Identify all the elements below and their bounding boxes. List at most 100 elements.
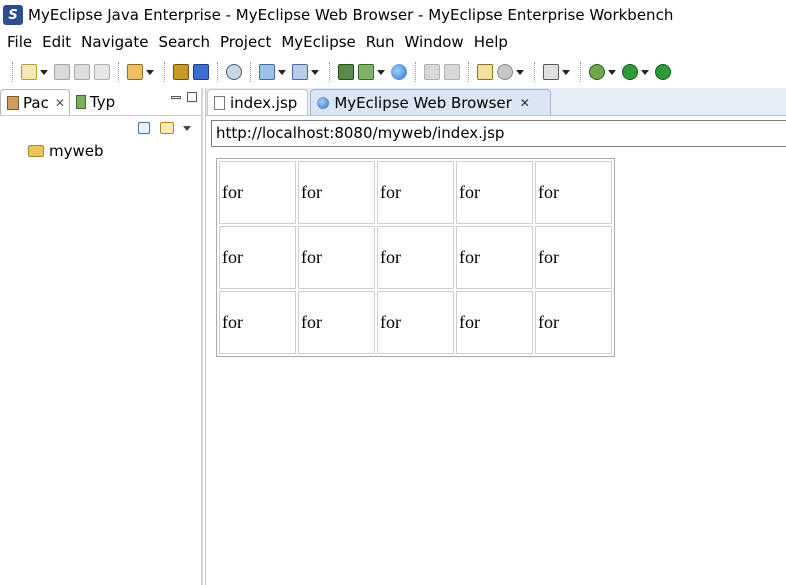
maximize-icon[interactable] bbox=[187, 92, 197, 102]
menu-file[interactable]: File bbox=[2, 30, 37, 54]
close-icon[interactable]: ✕ bbox=[520, 96, 530, 110]
tree-item-label: myweb bbox=[49, 142, 104, 160]
type-hierarchy-icon bbox=[75, 95, 86, 109]
toolbar-separator bbox=[164, 62, 165, 82]
table-row: for for for for for bbox=[219, 161, 612, 224]
table-cell: for bbox=[219, 226, 296, 289]
debug-icon[interactable] bbox=[589, 64, 605, 80]
toolbar-separator bbox=[12, 62, 13, 82]
new-wizard-icon[interactable] bbox=[127, 64, 143, 80]
toolbar-separator bbox=[534, 62, 535, 82]
table-cell: for bbox=[535, 161, 612, 224]
toolbar-separator bbox=[415, 62, 416, 82]
image-editor-dropdown-arrow-icon[interactable] bbox=[562, 69, 570, 75]
toolbar-separator bbox=[329, 62, 330, 82]
myeclipse-logo-icon: S bbox=[3, 5, 23, 25]
link-with-editor-icon[interactable] bbox=[160, 122, 174, 134]
globe-icon bbox=[317, 96, 330, 109]
window-title: MyEclipse Java Enterprise - MyEclipse We… bbox=[28, 6, 674, 24]
web-project-folder-icon bbox=[28, 145, 44, 157]
collapse-all-icon[interactable] bbox=[138, 122, 150, 134]
open-type-icon[interactable] bbox=[173, 64, 189, 80]
main-toolbar bbox=[0, 56, 786, 88]
run-icon[interactable] bbox=[622, 64, 638, 80]
table-cell: for bbox=[456, 161, 533, 224]
deploy-dropdown-arrow-icon[interactable] bbox=[278, 69, 286, 75]
table-cell: for bbox=[219, 161, 296, 224]
menu-edit[interactable]: Edit bbox=[37, 30, 76, 54]
open-resource-icon[interactable] bbox=[193, 64, 209, 80]
image-editor-icon[interactable] bbox=[543, 64, 559, 80]
deploy-project-icon[interactable] bbox=[338, 64, 354, 80]
view-controls bbox=[171, 92, 197, 102]
menu-bar: File Edit Navigate Search Project MyEcli… bbox=[0, 30, 786, 54]
toolbar-separator bbox=[250, 62, 251, 82]
table-cell: for bbox=[298, 161, 375, 224]
deploy-icon[interactable] bbox=[259, 64, 275, 80]
external-tools-icon[interactable] bbox=[655, 64, 671, 80]
table-cell: for bbox=[456, 226, 533, 289]
run-server-dropdown-arrow-icon[interactable] bbox=[311, 69, 319, 75]
tab-web-browser[interactable]: MyEclipse Web Browser ✕ bbox=[310, 89, 551, 115]
table-row: for for for for for bbox=[219, 226, 612, 289]
view-menu-icon[interactable] bbox=[183, 125, 191, 131]
table-cell: for bbox=[219, 291, 296, 354]
manage-deployments-dropdown-arrow-icon[interactable] bbox=[377, 69, 385, 75]
close-icon[interactable]: ✕ bbox=[55, 96, 65, 110]
table-cell: for bbox=[377, 226, 454, 289]
toolbar-separator bbox=[118, 62, 119, 82]
save-all-icon[interactable] bbox=[74, 64, 90, 80]
url-input[interactable]: http://localhost:8080/myweb/index.jsp bbox=[211, 120, 786, 147]
toolbar-separator bbox=[580, 62, 581, 82]
tab-label: Typ bbox=[89, 93, 116, 111]
debug-dropdown-arrow-icon[interactable] bbox=[608, 69, 616, 75]
browser-content: for for for for for for for for for for … bbox=[216, 158, 615, 357]
web-browser-icon[interactable] bbox=[391, 64, 407, 80]
run-server-icon[interactable] bbox=[292, 64, 308, 80]
tab-type-hierarchy[interactable]: Typ bbox=[70, 89, 119, 115]
print-icon[interactable] bbox=[94, 64, 110, 80]
run-dropdown-arrow-icon[interactable] bbox=[641, 69, 649, 75]
forward-icon[interactable] bbox=[444, 64, 460, 80]
minimize-icon[interactable] bbox=[171, 96, 181, 99]
tab-index-jsp[interactable]: index.jsp bbox=[207, 89, 309, 115]
menu-window[interactable]: Window bbox=[400, 30, 469, 54]
menu-run[interactable]: Run bbox=[361, 30, 400, 54]
menu-help[interactable]: Help bbox=[469, 30, 513, 54]
left-view-tab-strip: Pac ✕ Typ bbox=[0, 88, 201, 116]
tab-package-explorer[interactable]: Pac ✕ bbox=[0, 89, 70, 115]
menu-navigate[interactable]: Navigate bbox=[76, 30, 153, 54]
tab-label: Pac bbox=[23, 93, 49, 112]
title-bar: S MyEclipse Java Enterprise - MyEclipse … bbox=[0, 0, 786, 30]
table-cell: for bbox=[535, 226, 612, 289]
tree-item-project[interactable]: myweb bbox=[28, 140, 201, 162]
web-services-icon[interactable] bbox=[497, 64, 513, 80]
new-dropdown-arrow-icon[interactable] bbox=[40, 69, 48, 75]
table-cell: for bbox=[377, 161, 454, 224]
web-table: for for for for for for for for for for … bbox=[216, 158, 615, 357]
jsp-file-icon bbox=[214, 95, 225, 110]
editor-area: index.jsp MyEclipse Web Browser ✕ http:/… bbox=[205, 88, 786, 585]
table-cell: for bbox=[298, 226, 375, 289]
toolbar-separator bbox=[217, 62, 218, 82]
new-icon[interactable] bbox=[21, 64, 37, 80]
table-cell: for bbox=[535, 291, 612, 354]
back-icon[interactable] bbox=[424, 64, 440, 80]
new-wizard-dropdown-arrow-icon[interactable] bbox=[146, 69, 154, 75]
editor-tab-strip: index.jsp MyEclipse Web Browser ✕ bbox=[206, 88, 786, 116]
open-perspective-icon[interactable] bbox=[477, 64, 493, 80]
save-icon[interactable] bbox=[54, 64, 70, 80]
web-services-dropdown-arrow-icon[interactable] bbox=[516, 69, 524, 75]
menu-search[interactable]: Search bbox=[153, 30, 215, 54]
table-cell: for bbox=[377, 291, 454, 354]
tab-label: index.jsp bbox=[230, 93, 298, 112]
package-explorer-toolbar bbox=[0, 116, 201, 140]
toolbar-separator bbox=[468, 62, 469, 82]
table-cell: for bbox=[298, 291, 375, 354]
package-explorer-view: Pac ✕ Typ myweb bbox=[0, 88, 203, 585]
server-icon[interactable] bbox=[226, 64, 242, 80]
manage-deployments-icon[interactable] bbox=[358, 64, 374, 80]
menu-project[interactable]: Project bbox=[215, 30, 276, 54]
tab-label: MyEclipse Web Browser bbox=[334, 93, 512, 112]
menu-myeclipse[interactable]: MyEclipse bbox=[276, 30, 360, 54]
